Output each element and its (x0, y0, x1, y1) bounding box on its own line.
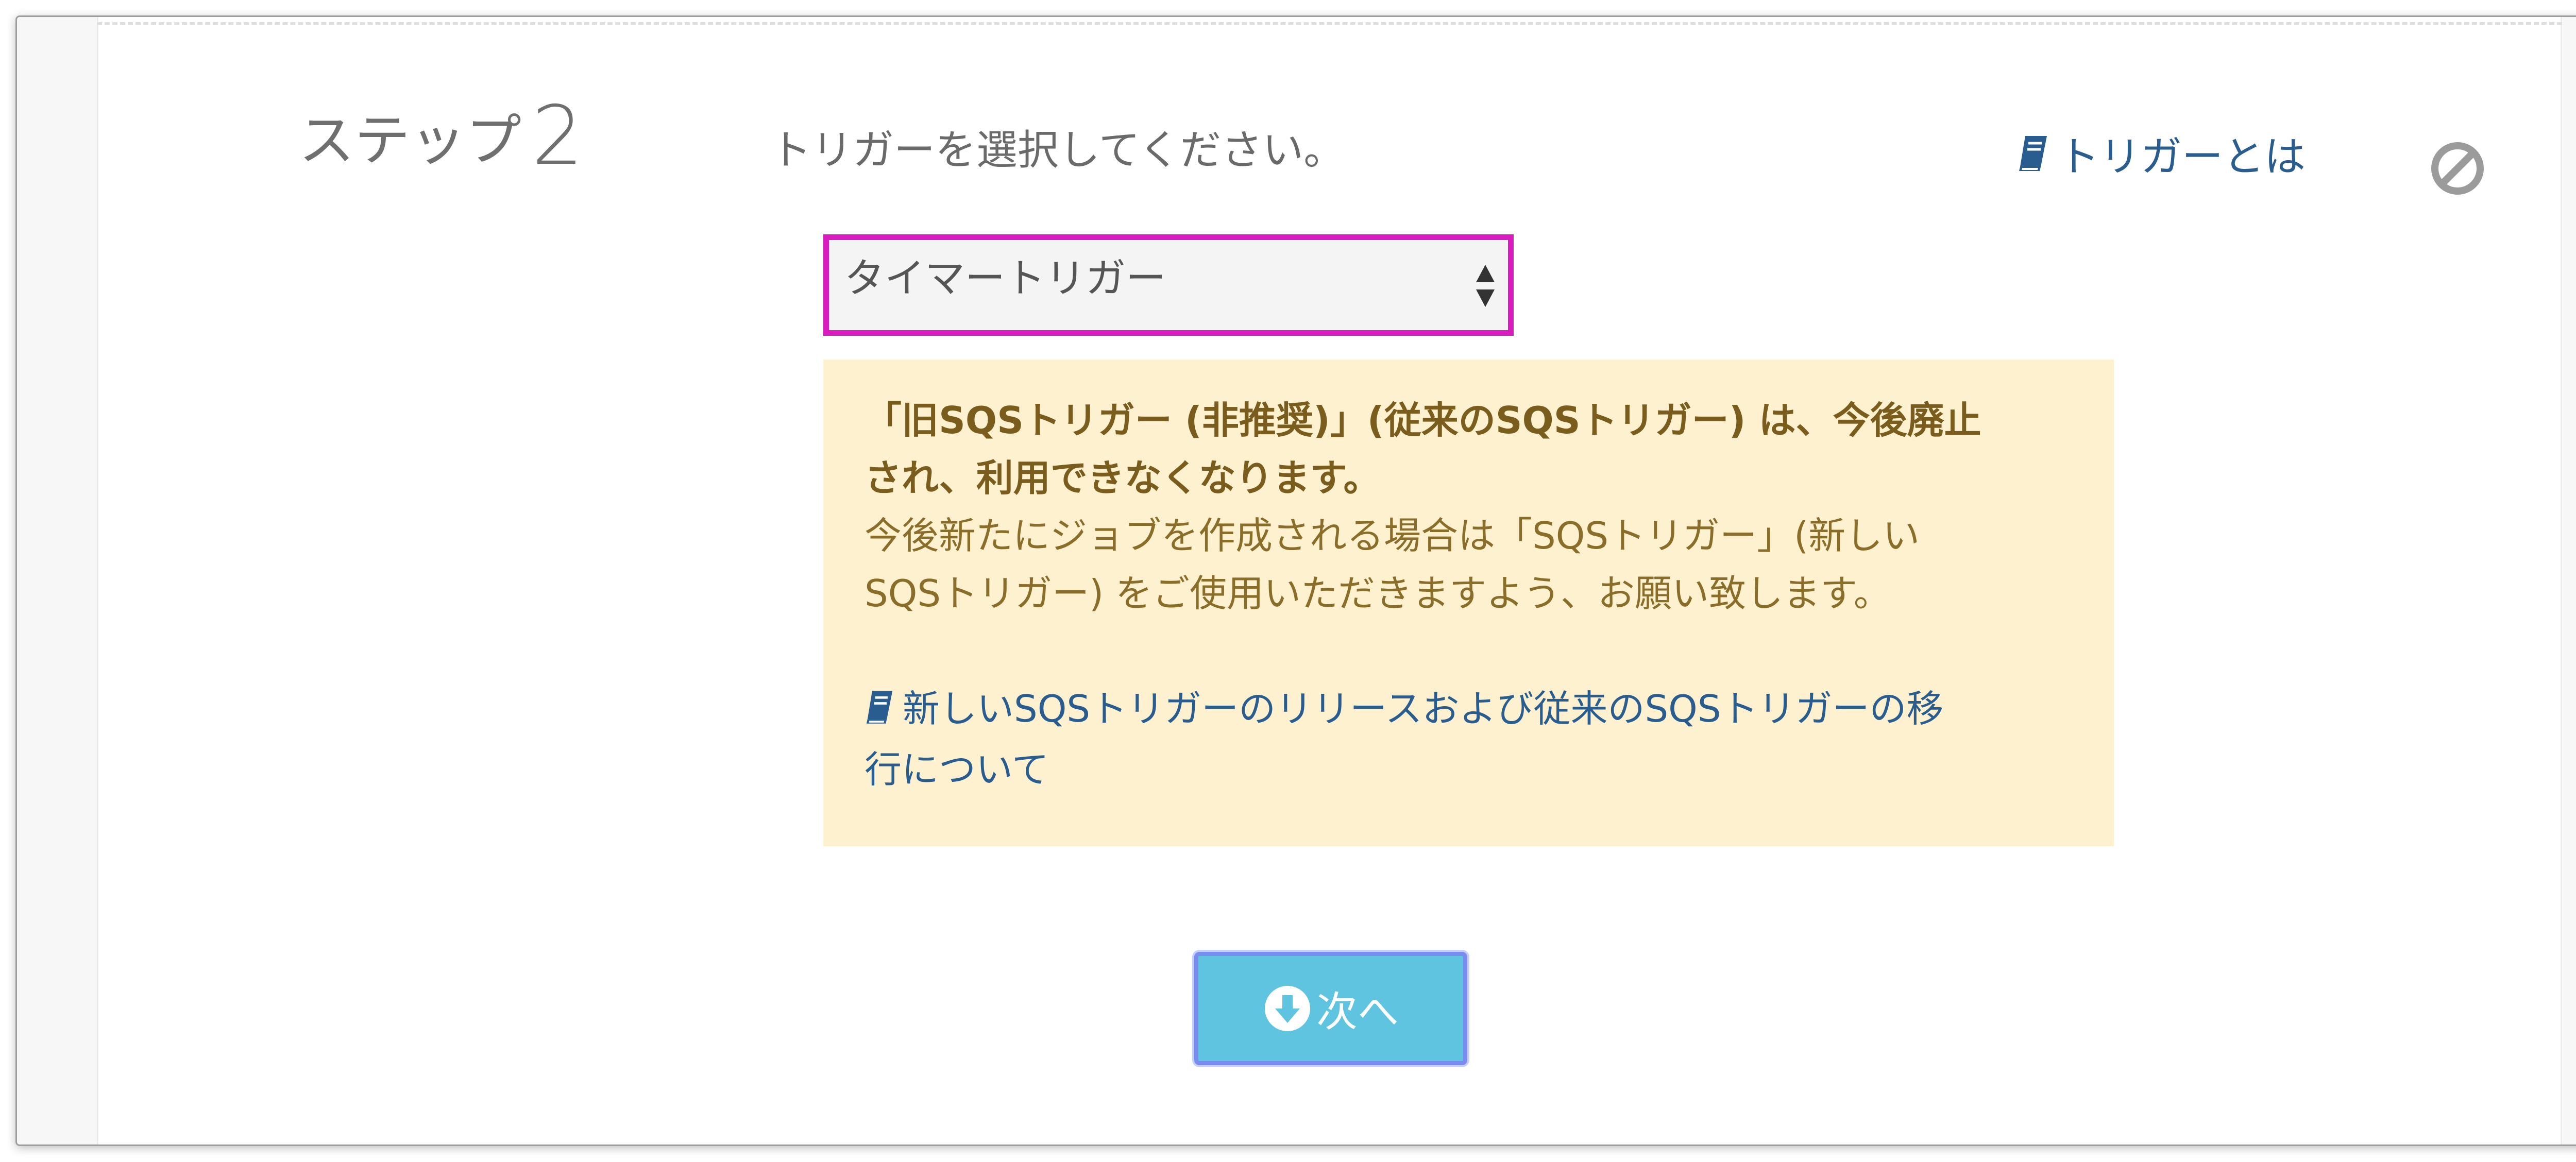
next-button[interactable]: 次へ (1194, 952, 1467, 1065)
sqs-migration-link-line-1[interactable]: 新しいSQSトリガーのリリースおよび従来のSQSトリガーの移 (903, 687, 1944, 730)
sort-arrows-icon (1474, 263, 1497, 309)
step-number: 2 (532, 89, 584, 183)
notice-bold-line-1: 「旧SQSトリガー (非推奨)」(従来のSQSトリガー) は、今後廃止 (865, 399, 1981, 442)
sqs-migration-link[interactable]: 新しいSQSトリガーのリリースおよび従来のSQSトリガーの移 行について (865, 680, 2073, 798)
trigger-select-value: タイマートリガー (844, 255, 1166, 302)
book-icon (865, 683, 894, 741)
notice-spacer (865, 622, 2073, 680)
next-button-label[interactable]: 次へ (1316, 979, 1399, 1038)
book-icon (2017, 135, 2049, 179)
notice-body-line-2: SQSトリガー) をご使用いただきますよう、お願い致します。 (865, 572, 1891, 615)
section-divider (97, 22, 2562, 25)
ban-icon[interactable] (2429, 140, 2486, 197)
trigger-select[interactable]: タイマートリガー (823, 234, 1514, 336)
trigger-help-link[interactable]: トリガーとは (2017, 135, 2306, 179)
arrow-circle-down-icon (1263, 984, 1312, 1033)
deprecation-notice: 「旧SQSトリガー (非推奨)」(従来のSQSトリガー) は、今後廃止 され、利… (823, 360, 2114, 846)
step-heading: ステップ 2 (299, 95, 584, 177)
notice-bold-line-2: され、利用できなくなります。 (865, 456, 1381, 500)
instruction-text: トリガーを選択してください。 (770, 126, 1345, 174)
step-label-text: ステップ (299, 109, 522, 173)
notice-body-line-1: 今後新たにジョブを作成される場合は「SQSトリガー」(新しい (865, 514, 1920, 557)
trigger-help-label[interactable]: トリガーとは (2058, 136, 2306, 178)
sqs-migration-link-line-2[interactable]: 行について (865, 748, 1049, 791)
